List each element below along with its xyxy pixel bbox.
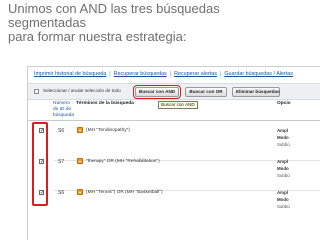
option-link[interactable]: Ampl xyxy=(277,127,290,134)
slide-title: Unimos con AND las tres búsquedas segmen… xyxy=(8,2,308,44)
table-row: ✓ S6 (MH "Tennis") OR (MH "Basketball") … xyxy=(28,187,320,224)
menu-separator: | xyxy=(169,71,172,77)
slide-title-line-2: segmentadas xyxy=(8,15,87,30)
option-link[interactable]: Subbú xyxy=(277,203,290,210)
option-link[interactable]: Modo xyxy=(277,165,290,172)
header-divider xyxy=(28,120,320,121)
search-term: "therapy" OR (MH "Rehabilitation") xyxy=(86,159,160,164)
option-link[interactable]: Ampl xyxy=(277,158,290,165)
search-term: (MH "Tendinopathy") xyxy=(86,128,130,133)
search-history-panel: Imprimir historial de búsqueda | Recuper… xyxy=(27,66,320,240)
search-with-or-button[interactable]: Buscar con OR xyxy=(185,87,227,97)
delete-searches-button[interactable]: Eliminar búsquedas xyxy=(232,87,280,97)
search-id: S6 xyxy=(58,128,65,134)
rss-icon[interactable] xyxy=(77,189,83,195)
option-link[interactable]: Modo xyxy=(277,196,290,203)
option-link[interactable]: Subbú xyxy=(277,172,290,179)
rss-icon[interactable] xyxy=(77,158,83,164)
select-all-label: Seleccionar / anular selección de todo xyxy=(43,88,121,93)
search-term: (MH "Tennis") OR (MH "Basketball") xyxy=(86,190,163,195)
rss-icon[interactable] xyxy=(77,127,83,133)
menu-separator: | xyxy=(109,71,111,77)
slide-title-line-3: para formar nuestra estrategia: xyxy=(8,29,187,44)
option-link[interactable]: Subbú xyxy=(277,141,290,148)
row-options: Ampl Modo Subbú xyxy=(277,189,290,210)
and-button-tooltip: Buscar con AND xyxy=(158,101,198,109)
row-options: Ampl Modo Subbú xyxy=(277,158,290,179)
history-toolbar: Seleccionar / anular selección de todo B… xyxy=(28,83,320,100)
retrieve-alerts-link[interactable]: Recuperar alertas xyxy=(174,71,217,77)
search-id: S7 xyxy=(58,159,65,165)
print-history-link[interactable]: Imprimir historial de búsqueda xyxy=(34,71,106,77)
column-header-options: Opcio xyxy=(277,101,291,106)
option-link[interactable]: Ampl xyxy=(277,189,290,196)
column-header-terms: Términos de la búsqueda xyxy=(76,101,134,106)
column-header-number[interactable]: Número de ID de búsqueda xyxy=(53,101,75,119)
save-searches-link[interactable]: Guardar búsquedas / Alertas xyxy=(224,71,293,77)
checkbox-highlight-box xyxy=(32,122,48,206)
select-all-checkbox[interactable] xyxy=(34,89,39,94)
retrieve-searches-link[interactable]: Recuperar búsquedas xyxy=(114,71,167,77)
history-menu: Imprimir historial de búsqueda | Recuper… xyxy=(28,67,320,81)
menu-separator: | xyxy=(219,71,222,77)
option-link[interactable]: Modo xyxy=(277,134,290,141)
row-options: Ampl Modo Subbú xyxy=(277,127,290,148)
search-id: S6 xyxy=(58,190,65,196)
search-with-and-button[interactable]: Buscar con AND xyxy=(133,85,181,99)
slide-title-line-1: Unimos con AND las tres búsquedas xyxy=(8,1,220,16)
